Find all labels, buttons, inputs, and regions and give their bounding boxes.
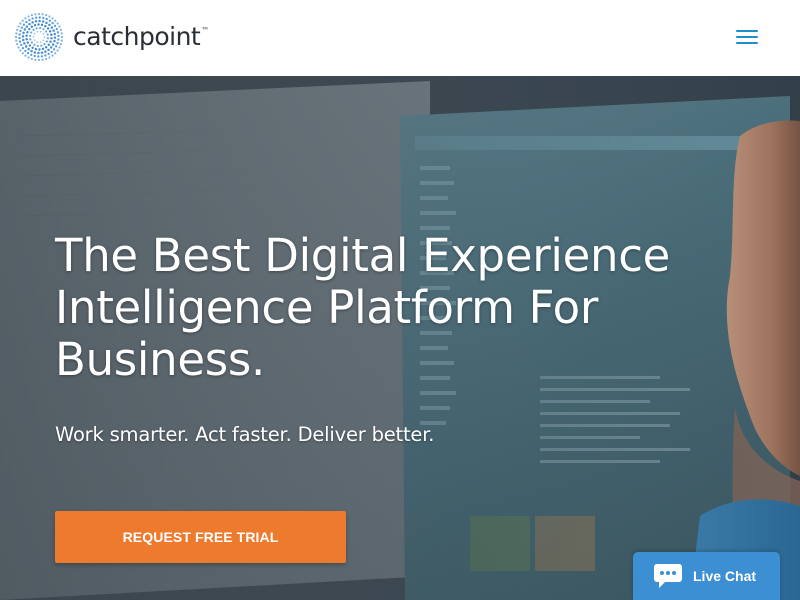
logo-wordmark: catchpoint™	[73, 21, 209, 51]
hero-subheadline: Work smarter. Act faster. Deliver better…	[55, 423, 435, 446]
hamburger-menu-icon	[736, 30, 758, 32]
hero-section: The Best Digital Experience Intelligence…	[0, 76, 800, 600]
hero-headline: The Best Digital Experience Intelligence…	[55, 229, 671, 386]
hamburger-menu-icon-bar	[736, 42, 758, 44]
site-header: catchpoint™	[0, 0, 800, 76]
live-chat-button[interactable]: Live Chat	[633, 552, 780, 600]
hamburger-menu-button[interactable]	[734, 26, 762, 48]
chat-bubble-icon	[654, 564, 682, 588]
request-free-trial-button[interactable]: REQUEST FREE TRIAL	[55, 511, 346, 563]
hamburger-menu-icon-bar	[736, 36, 758, 38]
catchpoint-logo[interactable]: catchpoint™	[14, 12, 209, 62]
live-chat-label: Live Chat	[693, 568, 757, 584]
logo-trademark: ™	[201, 25, 209, 35]
catchpoint-logo-mark-icon	[14, 12, 64, 62]
